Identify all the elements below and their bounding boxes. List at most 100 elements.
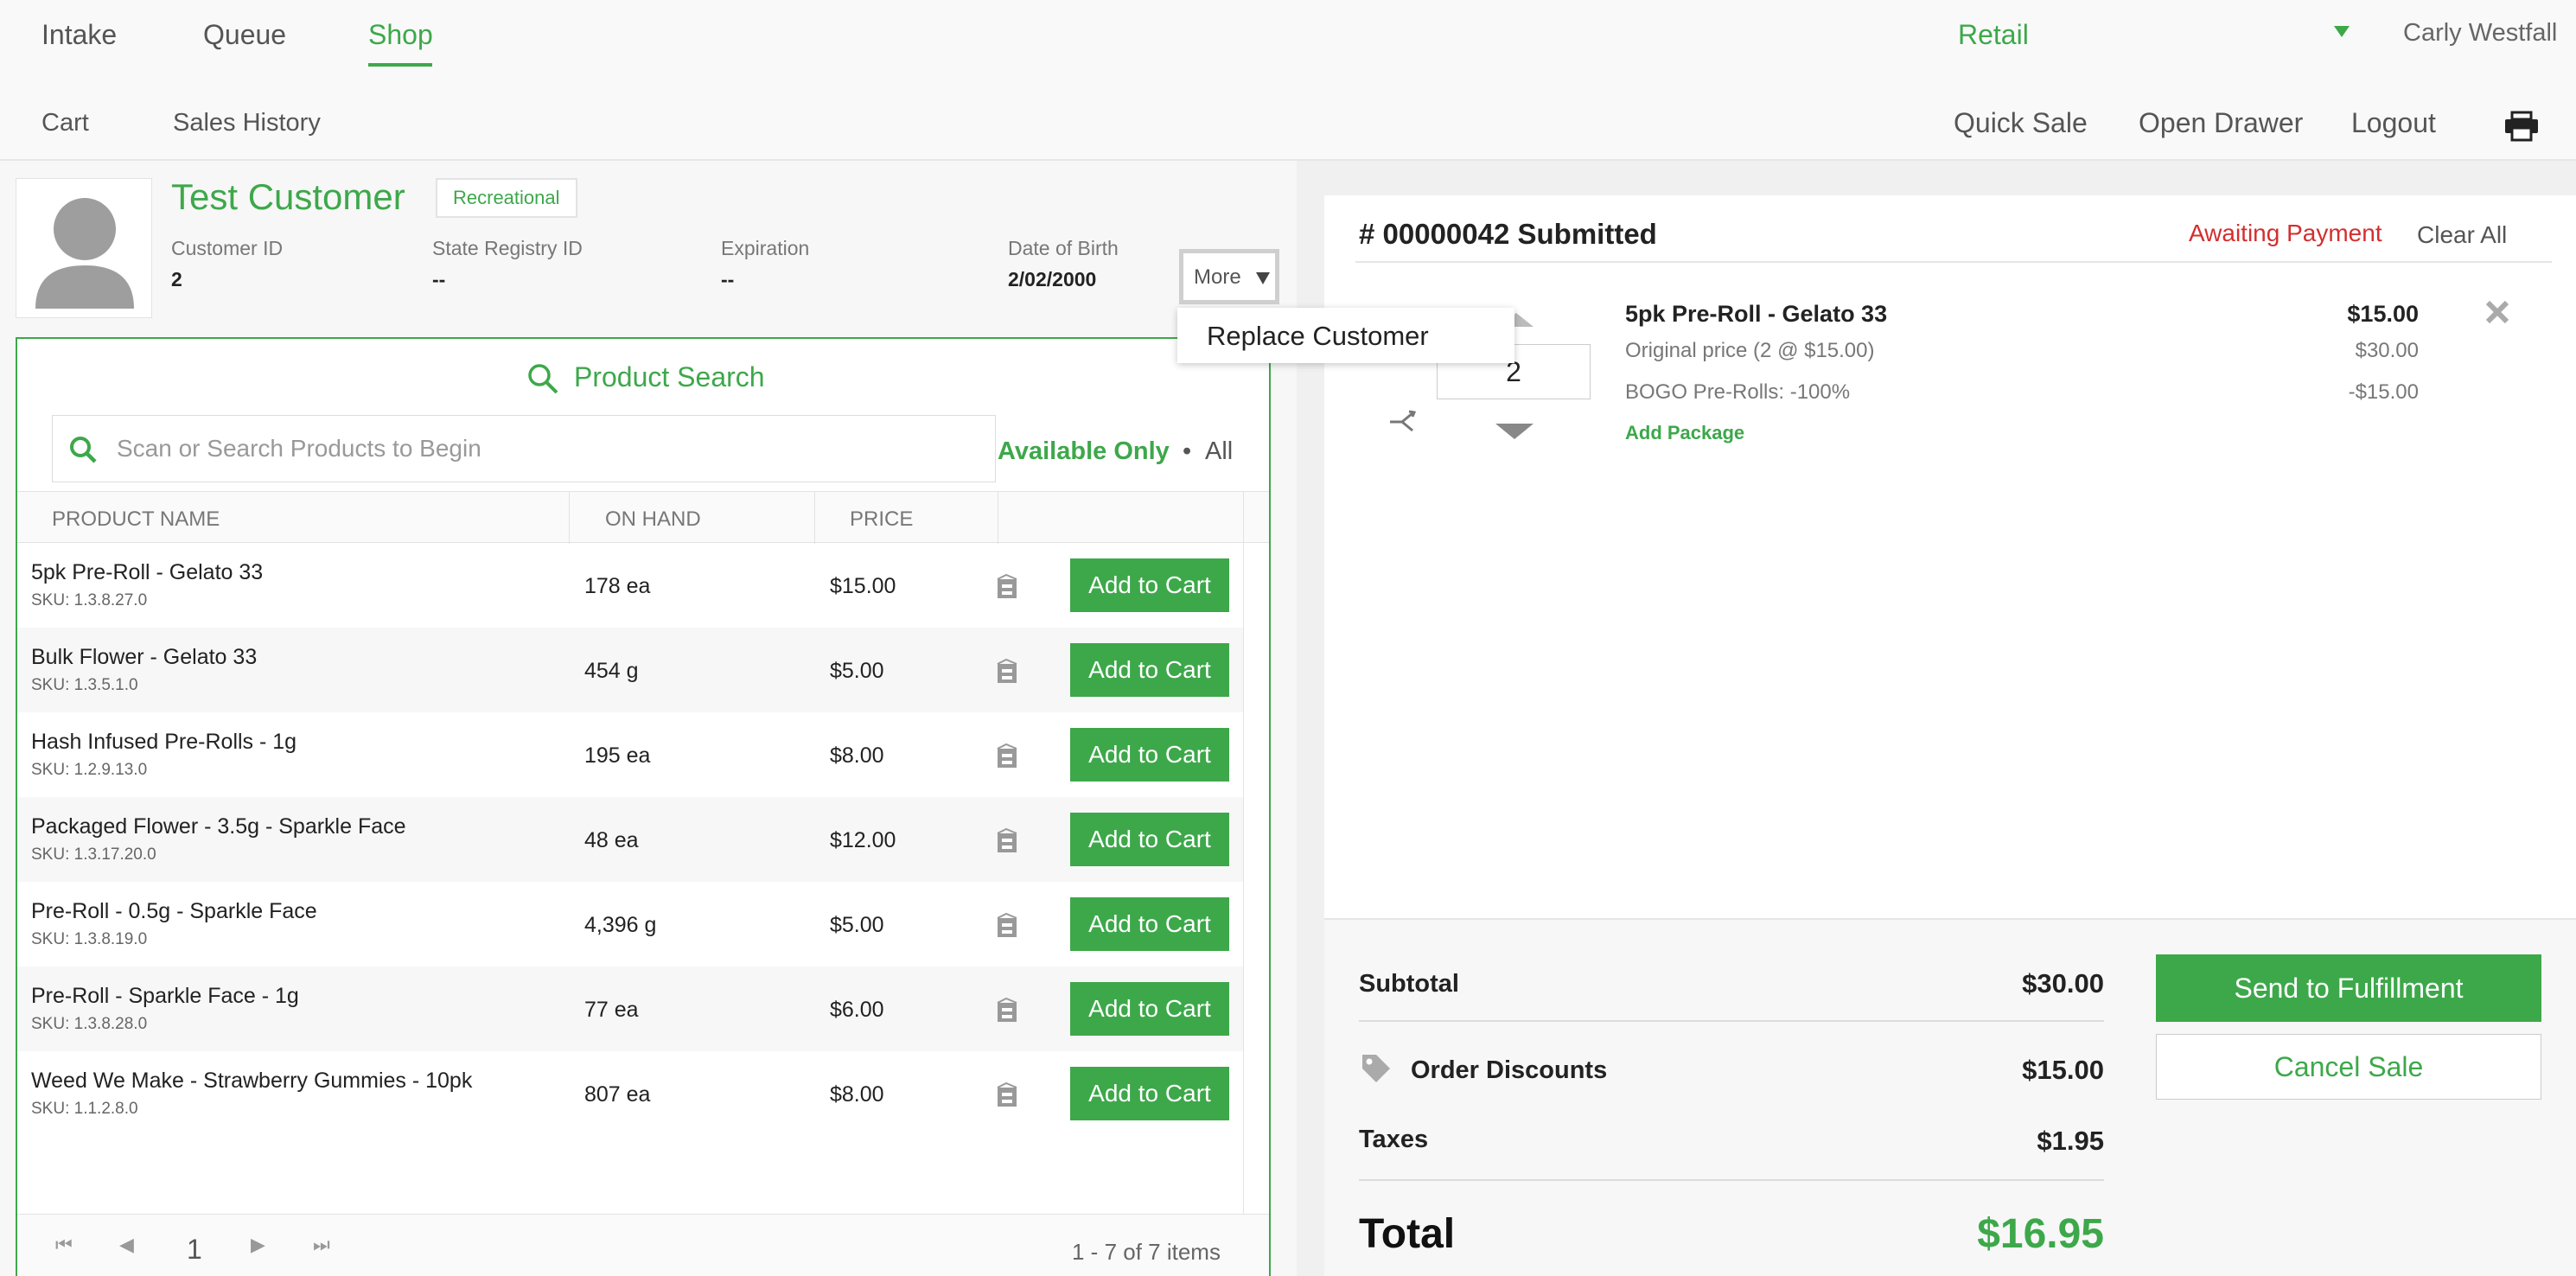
dob-value: 2/02/2000 bbox=[1008, 268, 1097, 290]
next-page-icon[interactable]: ▶ bbox=[251, 1234, 265, 1256]
last-page-icon[interactable]: ⏭ bbox=[313, 1234, 330, 1256]
add-to-cart-button[interactable]: Add to Cart bbox=[1070, 982, 1229, 1036]
tab-shop[interactable]: Shop bbox=[368, 19, 433, 51]
filter-available-only[interactable]: Available Only bbox=[998, 437, 1170, 466]
add-package-link[interactable]: Add Package bbox=[1625, 422, 1744, 444]
tab-intake[interactable]: Intake bbox=[41, 19, 117, 51]
product-price: $6.00 bbox=[830, 998, 884, 1022]
product-name: Hash Infused Pre-Rolls - 1g bbox=[31, 730, 297, 754]
add-to-cart-button[interactable]: Add to Cart bbox=[1070, 813, 1229, 866]
cart-item-price: $15.00 bbox=[2347, 301, 2419, 327]
product-search-title: Product Search bbox=[574, 361, 765, 392]
package-icon[interactable] bbox=[996, 998, 1022, 1024]
product-sku: SKU: 1.2.9.13.0 bbox=[31, 761, 148, 779]
product-name: Weed We Make - Strawberry Gummies - 10pk bbox=[31, 1069, 473, 1093]
total-label: Total bbox=[1359, 1211, 1456, 1257]
send-to-fulfillment-button[interactable]: Send to Fulfillment bbox=[2156, 954, 2541, 1022]
decrease-quantity-icon[interactable] bbox=[1495, 424, 1533, 439]
user-name[interactable]: Carly Westfall bbox=[2403, 19, 2557, 48]
subtotal-label: Subtotal bbox=[1359, 970, 1459, 998]
product-price: $8.00 bbox=[830, 1082, 884, 1107]
product-sku: SKU: 1.3.5.1.0 bbox=[31, 676, 138, 694]
add-to-cart-button[interactable]: Add to Cart bbox=[1070, 728, 1229, 782]
cancel-sale-button[interactable]: Cancel Sale bbox=[2156, 1034, 2541, 1100]
close-icon[interactable] bbox=[2484, 299, 2510, 325]
open-drawer-button[interactable]: Open Drawer bbox=[2139, 107, 2303, 139]
product-search-input[interactable] bbox=[117, 428, 981, 469]
table-scrollbar[interactable] bbox=[1243, 543, 1269, 1214]
order-discounts-value: $15.00 bbox=[2022, 1055, 2104, 1085]
table-row[interactable]: Packaged Flower - 3.5g - Sparkle Face SK… bbox=[17, 797, 1243, 882]
product-on-hand: 195 ea bbox=[584, 743, 651, 768]
order-title: # 00000042 Submitted bbox=[1359, 218, 1657, 250]
column-divider bbox=[1243, 492, 1244, 544]
product-price: $8.00 bbox=[830, 743, 884, 768]
product-search-box bbox=[52, 415, 996, 482]
package-icon[interactable] bbox=[996, 574, 1022, 600]
chevron-down-icon[interactable] bbox=[2334, 26, 2350, 37]
active-tab-indicator bbox=[368, 63, 432, 67]
first-page-icon[interactable]: ⏮ bbox=[55, 1234, 73, 1256]
total-value: $16.95 bbox=[1977, 1211, 2104, 1257]
quick-sale-button[interactable]: Quick Sale bbox=[1954, 107, 2088, 139]
printer-icon[interactable] bbox=[2503, 111, 2540, 142]
add-to-cart-button[interactable]: Add to Cart bbox=[1070, 643, 1229, 697]
table-row[interactable]: Pre-Roll - 0.5g - Sparkle Face SKU: 1.3.… bbox=[17, 882, 1243, 967]
sub-nav: Cart Sales History Quick Sale Open Drawe… bbox=[0, 83, 2576, 161]
more-label: More bbox=[1194, 265, 1241, 289]
package-icon[interactable] bbox=[996, 659, 1022, 685]
state-registry-label: State Registry ID bbox=[432, 237, 583, 259]
pager-info: 1 - 7 of 7 items bbox=[1072, 1239, 1221, 1265]
caret-down-icon bbox=[1256, 272, 1270, 284]
col-product-name[interactable]: PRODUCT NAME bbox=[52, 507, 220, 532]
add-to-cart-button[interactable]: Add to Cart bbox=[1070, 558, 1229, 612]
product-name: 5pk Pre-Roll - Gelato 33 bbox=[31, 560, 264, 584]
add-to-cart-button[interactable]: Add to Cart bbox=[1070, 897, 1229, 951]
cart-item-name: 5pk Pre-Roll - Gelato 33 bbox=[1625, 301, 1888, 327]
taxes-value: $1.95 bbox=[2037, 1126, 2104, 1156]
expiration-value: -- bbox=[721, 268, 735, 290]
package-icon[interactable] bbox=[996, 1082, 1022, 1108]
subnav-cart[interactable]: Cart bbox=[41, 109, 89, 137]
package-icon[interactable] bbox=[996, 743, 1022, 769]
package-icon[interactable] bbox=[996, 913, 1022, 939]
col-on-hand[interactable]: ON HAND bbox=[605, 507, 701, 532]
customer-id-label: Customer ID bbox=[171, 237, 284, 259]
customer-name: Test Customer bbox=[171, 176, 405, 217]
more-dropdown-button[interactable]: More bbox=[1179, 249, 1279, 304]
clear-all-button[interactable]: Clear All bbox=[2417, 221, 2507, 249]
col-price[interactable]: PRICE bbox=[850, 507, 913, 532]
prev-page-icon[interactable]: ◀ bbox=[119, 1234, 134, 1256]
table-row[interactable]: Bulk Flower - Gelato 33 SKU: 1.3.5.1.0 4… bbox=[17, 628, 1243, 712]
column-divider bbox=[814, 492, 815, 544]
table-row[interactable]: Weed We Make - Strawberry Gummies - 10pk… bbox=[17, 1051, 1243, 1136]
product-sku: SKU: 1.3.17.20.0 bbox=[31, 845, 156, 864]
table-header: PRODUCT NAME ON HAND PRICE bbox=[17, 491, 1269, 544]
table-row[interactable]: Pre-Roll - Sparkle Face - 1g SKU: 1.3.8.… bbox=[17, 967, 1243, 1051]
store-select[interactable]: Retail bbox=[1958, 19, 2029, 51]
product-price: $15.00 bbox=[830, 574, 896, 598]
split-icon[interactable] bbox=[1387, 406, 1421, 437]
tab-queue[interactable]: Queue bbox=[203, 19, 286, 51]
product-on-hand: 178 ea bbox=[584, 574, 651, 598]
subnav-sales-history[interactable]: Sales History bbox=[173, 109, 321, 137]
search-icon bbox=[528, 364, 558, 394]
search-icon bbox=[70, 437, 97, 463]
package-icon[interactable] bbox=[996, 828, 1022, 854]
taxes-label: Taxes bbox=[1359, 1126, 1429, 1153]
replace-customer-menu-item[interactable]: Replace Customer bbox=[1177, 308, 1514, 363]
product-name: Packaged Flower - 3.5g - Sparkle Face bbox=[31, 814, 406, 839]
current-page[interactable]: 1 bbox=[187, 1234, 202, 1266]
product-sku: SKU: 1.3.8.27.0 bbox=[31, 591, 148, 609]
product-table: PRODUCT NAME ON HAND PRICE 5pk Pre-Roll … bbox=[17, 491, 1269, 1214]
table-row[interactable]: 5pk Pre-Roll - Gelato 33 SKU: 1.3.8.27.0… bbox=[17, 543, 1243, 628]
state-registry-value: -- bbox=[432, 268, 446, 290]
order-discounts-label: Order Discounts bbox=[1411, 1056, 1608, 1084]
filter-all[interactable]: All bbox=[1205, 437, 1233, 466]
product-name: Pre-Roll - 0.5g - Sparkle Face bbox=[31, 899, 317, 923]
column-divider bbox=[569, 492, 570, 544]
divider bbox=[1359, 1020, 2104, 1022]
table-row[interactable]: Hash Infused Pre-Rolls - 1g SKU: 1.2.9.1… bbox=[17, 712, 1243, 797]
add-to-cart-button[interactable]: Add to Cart bbox=[1070, 1067, 1229, 1120]
logout-button[interactable]: Logout bbox=[2351, 107, 2436, 139]
